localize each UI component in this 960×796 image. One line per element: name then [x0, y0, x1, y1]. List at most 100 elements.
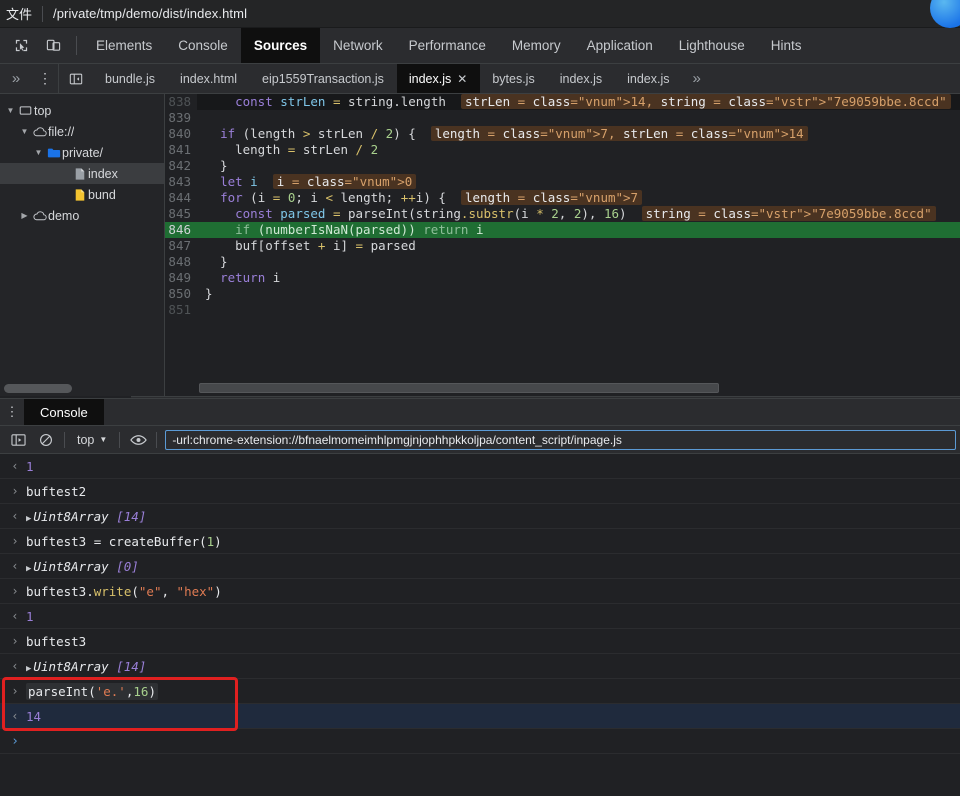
tree-item-demo[interactable]: ▶ demo	[0, 205, 164, 226]
tree-item-label: top	[34, 104, 51, 118]
console-row-text: 1	[26, 459, 34, 474]
line-number[interactable]: 848	[165, 254, 197, 270]
chevron-right-icon[interactable]: ▶	[18, 211, 31, 220]
output-arrow-icon: ‹	[4, 709, 26, 723]
line-number[interactable]: 851	[165, 302, 197, 318]
editor-horizontal-scrollbar[interactable]	[199, 383, 719, 393]
toolbar-divider	[64, 432, 65, 448]
line-number[interactable]: 845	[165, 206, 197, 222]
tree-item-bund[interactable]: ▼ bund	[0, 184, 164, 205]
chevron-down-icon[interactable]: ▼	[32, 148, 45, 157]
chevron-down-icon[interactable]: ▼	[4, 106, 17, 115]
tab-memory[interactable]: Memory	[499, 28, 574, 63]
tab-hints[interactable]: Hints	[758, 28, 815, 63]
console-output-row[interactable]: ‹1	[0, 604, 960, 629]
drawer-tab-console[interactable]: Console	[24, 399, 104, 425]
code-token: string	[416, 206, 461, 221]
tab-elements[interactable]: Elements	[83, 28, 165, 63]
file-menu-label[interactable]: 文件	[6, 4, 40, 23]
file-tab-bytes-js[interactable]: bytes.js	[480, 64, 547, 93]
console-filter-input[interactable]	[165, 430, 956, 450]
navigator-horizontal-scrollbar[interactable]	[4, 384, 72, 393]
disclosure-triangle-icon[interactable]: ▶	[26, 564, 31, 574]
line-number[interactable]: 842	[165, 158, 197, 174]
code-token	[205, 270, 220, 285]
tab-lighthouse[interactable]: Lighthouse	[666, 28, 758, 63]
line-number[interactable]: 841	[165, 142, 197, 158]
code-token: }	[205, 286, 213, 301]
object-length: [14]	[116, 509, 146, 524]
devtools-window: 文件 /private/tmp/demo/dist/index.html Ele…	[0, 0, 960, 796]
execution-context-selector[interactable]: top ▼	[69, 433, 115, 447]
console-token: write	[94, 584, 132, 599]
code-token: <	[325, 190, 340, 205]
console-token: )	[148, 684, 156, 699]
line-number[interactable]: 849	[165, 270, 197, 286]
toggle-navigator-icon[interactable]	[59, 64, 93, 93]
tab-console[interactable]: Console	[165, 28, 241, 63]
tree-item-top[interactable]: ▼ top	[0, 100, 164, 121]
tree-item-index[interactable]: ▼ index	[0, 163, 164, 184]
tab-network[interactable]: Network	[320, 28, 396, 63]
code-line-content: }	[197, 158, 960, 174]
file-tabs-overflow-icon[interactable]: »	[683, 64, 711, 93]
console-input-row[interactable]: ›buftest3.write("e", "hex")	[0, 579, 960, 604]
line-number[interactable]: 844	[165, 190, 197, 206]
inspect-cursor-icon[interactable]	[8, 33, 34, 59]
console-input-row[interactable]: ›parseInt('e.',16)	[0, 679, 960, 704]
code-token: =	[273, 190, 288, 205]
file-tab-index-js-active[interactable]: index.js ✕	[397, 64, 480, 93]
code-editor[interactable]: 838 const strLen = string.length strLen …	[165, 94, 960, 396]
console-output-row[interactable]: ‹▶Uint8Array [14]	[0, 654, 960, 679]
console-value: 14	[26, 709, 41, 724]
drawer-more-options-icon[interactable]: ⋮	[0, 399, 24, 425]
chevron-down-icon[interactable]: ▼	[18, 127, 31, 136]
line-number[interactable]: 839	[165, 110, 197, 126]
line-number[interactable]: 840	[165, 126, 197, 142]
navigator-more-icon[interactable]: »	[0, 64, 32, 93]
page-url-path: /private/tmp/demo/dist/index.html	[53, 6, 247, 21]
line-number[interactable]: 838	[165, 94, 197, 110]
console-prompt-row[interactable]: ›	[0, 729, 960, 754]
live-expression-icon[interactable]	[124, 428, 152, 452]
console-output-row[interactable]: ‹14	[0, 704, 960, 729]
tree-item-private-folder[interactable]: ▼ private/	[0, 142, 164, 163]
code-token: (i	[243, 190, 273, 205]
file-tab-index-js-2[interactable]: index.js	[548, 64, 615, 93]
line-number[interactable]: 846	[165, 222, 197, 238]
console-input-row[interactable]: ›buftest3 = createBuffer(1)	[0, 529, 960, 554]
console-sidebar-icon[interactable]	[4, 428, 32, 452]
file-tab-eip1559transaction-js[interactable]: eip1559Transaction.js	[250, 64, 397, 93]
console-input-row[interactable]: ›buftest2	[0, 479, 960, 504]
code-token: strLen	[273, 94, 333, 109]
line-number[interactable]: 847	[165, 238, 197, 254]
tree-item-file-protocol[interactable]: ▼ file://	[0, 121, 164, 142]
device-toolbar-icon[interactable]	[40, 33, 66, 59]
console-output-row[interactable]: ‹▶Uint8Array [0]	[0, 554, 960, 579]
line-number[interactable]: 850	[165, 286, 197, 302]
close-icon[interactable]: ✕	[457, 72, 467, 86]
console-row-text: parseInt('e.',16)	[26, 684, 158, 699]
console-row-text: 1	[26, 609, 34, 624]
disclosure-triangle-icon[interactable]: ▶	[26, 514, 31, 524]
tab-performance[interactable]: Performance	[396, 28, 499, 63]
code-token: =	[356, 238, 371, 253]
disclosure-triangle-icon[interactable]: ▶	[26, 664, 31, 674]
console-input-row[interactable]: ›buftest3	[0, 629, 960, 654]
code-token: buf[offset	[205, 238, 318, 253]
console-output-row[interactable]: ‹1	[0, 454, 960, 479]
console-output-row[interactable]: ‹▶Uint8Array [14]	[0, 504, 960, 529]
line-number[interactable]: 843	[165, 174, 197, 190]
console-row-text: 14	[26, 709, 41, 724]
console-value: 1	[26, 459, 34, 474]
file-tab-index-js-3[interactable]: index.js	[615, 64, 682, 93]
file-tab-index-html[interactable]: index.html	[168, 64, 250, 93]
code-line: 851	[165, 302, 960, 318]
tab-sources[interactable]: Sources	[241, 28, 320, 63]
folder-blue-icon	[45, 147, 62, 159]
file-tab-bundle-js[interactable]: bundle.js	[93, 64, 168, 93]
clear-console-icon[interactable]	[32, 428, 60, 452]
sources-more-options-icon[interactable]: ⋮	[32, 64, 58, 93]
code-line: 850}	[165, 286, 960, 302]
tab-application[interactable]: Application	[574, 28, 666, 63]
